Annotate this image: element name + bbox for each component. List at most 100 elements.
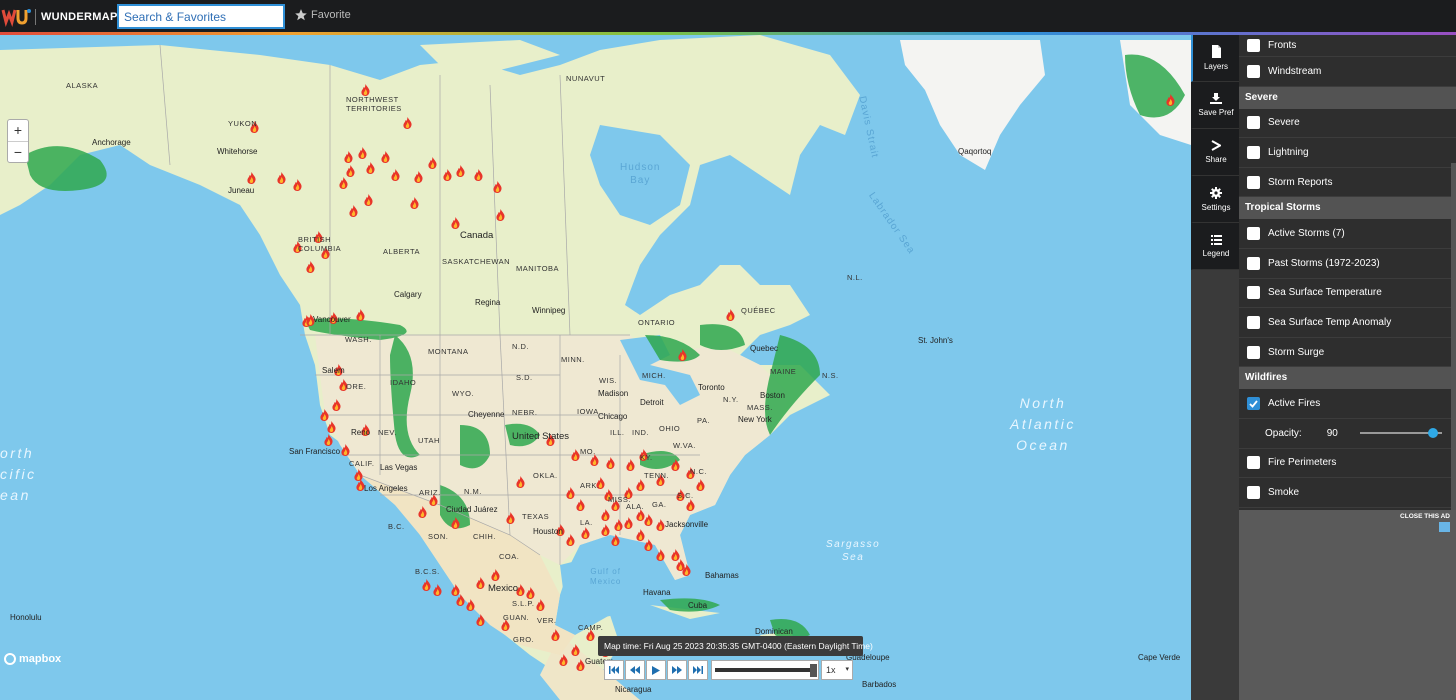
fire-icon[interactable]: [327, 421, 336, 433]
fire-icon[interactable]: [277, 172, 286, 184]
lightning-checkbox[interactable]: [1247, 145, 1260, 159]
fire-icon[interactable]: [349, 205, 358, 217]
fire-icon[interactable]: [576, 659, 585, 671]
fire-icon[interactable]: [476, 577, 485, 589]
opacity-slider[interactable]: [1359, 428, 1442, 439]
rail-save-pref[interactable]: Save Pref: [1191, 82, 1239, 129]
fire-icon[interactable]: [456, 594, 465, 606]
fire-icon[interactable]: [418, 506, 427, 518]
fire-icon[interactable]: [428, 157, 437, 169]
sst-checkbox[interactable]: [1247, 286, 1260, 300]
rewind-button[interactable]: [625, 660, 645, 680]
fire-icon[interactable]: [536, 599, 545, 611]
fire-icon[interactable]: [581, 527, 590, 539]
opacity-slider-handle[interactable]: [1428, 428, 1439, 439]
fire-icon[interactable]: [571, 449, 580, 461]
fast-forward-button[interactable]: [667, 660, 687, 680]
layer-smoke[interactable]: Smoke: [1239, 478, 1456, 508]
fire-icon[interactable]: [339, 177, 348, 189]
fire-icon[interactable]: [656, 519, 665, 531]
fire-icon[interactable]: [403, 117, 412, 129]
fire-icon[interactable]: [358, 147, 367, 159]
time-slider[interactable]: [711, 660, 819, 680]
fire-icon[interactable]: [356, 309, 365, 321]
play-button[interactable]: [646, 660, 666, 680]
rail-share[interactable]: Share: [1191, 129, 1239, 176]
layer-storm-reports[interactable]: Storm Reports: [1239, 168, 1456, 198]
sst-anomaly-checkbox[interactable]: [1247, 315, 1260, 329]
fronts-checkbox[interactable]: [1247, 39, 1260, 52]
fire-icon[interactable]: [433, 584, 442, 596]
fire-icon[interactable]: [414, 171, 423, 183]
fire-icon[interactable]: [320, 409, 329, 421]
smoke-checkbox[interactable]: [1247, 485, 1260, 499]
fire-icon[interactable]: [696, 479, 705, 491]
mapbox-attribution[interactable]: mapbox: [4, 653, 61, 665]
fire-icon[interactable]: [476, 614, 485, 626]
fire-icon[interactable]: [1166, 94, 1175, 106]
fire-icon[interactable]: [516, 476, 525, 488]
fire-icon[interactable]: [656, 549, 665, 561]
fire-icon[interactable]: [247, 172, 256, 184]
fire-icon[interactable]: [566, 534, 575, 546]
skip-forward-button[interactable]: [688, 660, 708, 680]
fire-icon[interactable]: [451, 217, 460, 229]
fire-icon[interactable]: [474, 169, 483, 181]
rail-layers[interactable]: Layers: [1191, 35, 1239, 82]
fire-icon[interactable]: [451, 517, 460, 529]
fire-icon[interactable]: [671, 459, 680, 471]
fire-icon[interactable]: [346, 165, 355, 177]
fire-icon[interactable]: [306, 261, 315, 273]
fire-icon[interactable]: [644, 514, 653, 526]
fire-icon[interactable]: [682, 564, 691, 576]
fire-icon[interactable]: [678, 349, 687, 361]
fire-icon[interactable]: [606, 457, 615, 469]
fire-icon[interactable]: [493, 181, 502, 193]
fire-icon[interactable]: [422, 579, 431, 591]
rail-legend[interactable]: Legend: [1191, 223, 1239, 270]
layer-storm-surge[interactable]: Storm Surge: [1239, 338, 1456, 368]
fire-icon[interactable]: [293, 179, 302, 191]
zoom-in-button[interactable]: +: [8, 120, 28, 141]
fire-icon[interactable]: [601, 524, 610, 536]
layer-fronts[interactable]: Fronts: [1239, 35, 1456, 57]
fire-icon[interactable]: [601, 509, 610, 521]
fire-icon[interactable]: [559, 654, 568, 666]
fire-icon[interactable]: [381, 151, 390, 163]
layer-sst[interactable]: Sea Surface Temperature: [1239, 279, 1456, 309]
panel-scrollbar[interactable]: [1451, 163, 1456, 510]
fire-icon[interactable]: [624, 517, 633, 529]
speed-select[interactable]: 1x: [821, 660, 853, 680]
fire-icon[interactable]: [576, 499, 585, 511]
fire-icon[interactable]: [726, 309, 735, 321]
fire-icon[interactable]: [410, 197, 419, 209]
fire-icon[interactable]: [614, 519, 623, 531]
fire-icon[interactable]: [491, 569, 500, 581]
layer-severe[interactable]: Severe: [1239, 109, 1456, 139]
fire-icon[interactable]: [571, 644, 580, 656]
time-slider-handle[interactable]: [810, 664, 817, 677]
layer-fire-perimeters[interactable]: Fire Perimeters: [1239, 449, 1456, 479]
fire-icon[interactable]: [566, 487, 575, 499]
layer-past-storms[interactable]: Past Storms (1972-2023): [1239, 249, 1456, 279]
layer-windstream[interactable]: Windstream: [1239, 57, 1456, 87]
storm-surge-checkbox[interactable]: [1247, 345, 1260, 359]
close-ad-button[interactable]: CLOSE THIS AD: [1400, 513, 1450, 520]
active-storms-checkbox[interactable]: [1247, 227, 1260, 241]
active-fires-checkbox[interactable]: [1247, 397, 1260, 411]
favorite-button[interactable]: Favorite: [294, 8, 351, 22]
fire-icon[interactable]: [551, 629, 560, 641]
fire-icon[interactable]: [506, 512, 515, 524]
fire-icon[interactable]: [456, 165, 465, 177]
rail-settings[interactable]: Settings: [1191, 176, 1239, 223]
fire-icon[interactable]: [526, 587, 535, 599]
fire-icon[interactable]: [636, 479, 645, 491]
fire-icon[interactable]: [686, 499, 695, 511]
fire-icon[interactable]: [366, 162, 375, 174]
fire-icon[interactable]: [611, 534, 620, 546]
layer-active-fires[interactable]: Active Fires: [1239, 389, 1456, 419]
windstream-checkbox[interactable]: [1247, 64, 1260, 78]
fire-icon[interactable]: [496, 209, 505, 221]
wundermap-logo[interactable]: WUNDERMAP: [0, 6, 118, 28]
fire-icon[interactable]: [466, 599, 475, 611]
